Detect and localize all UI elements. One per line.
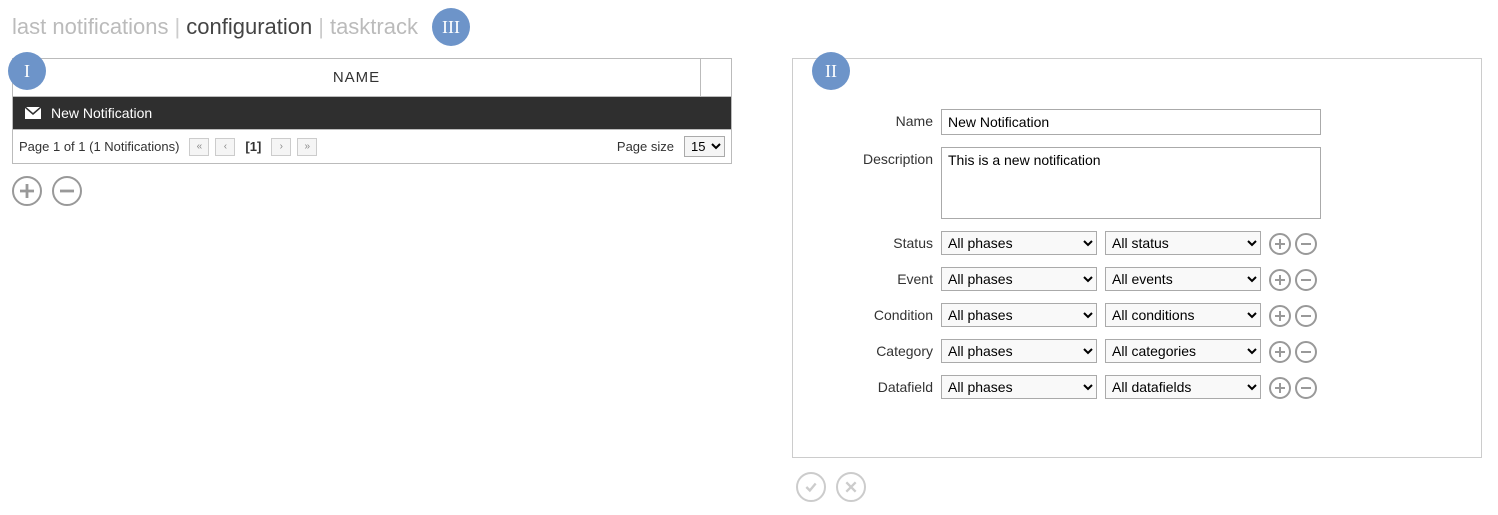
- minus-icon: [1301, 275, 1311, 285]
- pager: Page 1 of 1 (1 Notifications) « ‹ [1] › …: [13, 129, 731, 163]
- marker-two: II: [812, 52, 850, 90]
- close-icon: [844, 480, 858, 494]
- pager-next-button[interactable]: ›: [271, 138, 291, 156]
- table-actions: [12, 176, 732, 206]
- category-remove-button[interactable]: [1295, 341, 1317, 363]
- datafield-remove-button[interactable]: [1295, 377, 1317, 399]
- plus-icon: [1275, 383, 1285, 393]
- datafield-value-select[interactable]: All datafields: [1105, 375, 1261, 399]
- status-phase-select[interactable]: All phases: [941, 231, 1097, 255]
- plus-icon: [20, 184, 34, 198]
- tab-configuration[interactable]: configuration: [186, 14, 312, 40]
- column-header-name[interactable]: NAME: [13, 59, 701, 96]
- event-phase-select[interactable]: All phases: [941, 267, 1097, 291]
- description-label: Description: [823, 147, 933, 167]
- category-add-button[interactable]: [1269, 341, 1291, 363]
- tab-last-notifications[interactable]: last notifications: [12, 14, 169, 40]
- remove-button[interactable]: [52, 176, 82, 206]
- mail-icon: [25, 107, 41, 119]
- category-phase-select[interactable]: All phases: [941, 339, 1097, 363]
- check-icon: [804, 480, 818, 494]
- top-tabs: last notifications | configuration | tas…: [12, 8, 1486, 46]
- pager-prev-button[interactable]: ‹: [215, 138, 235, 156]
- pager-first-button[interactable]: «: [189, 138, 209, 156]
- condition-label: Condition: [823, 303, 933, 323]
- plus-icon: [1275, 311, 1285, 321]
- minus-icon: [60, 184, 74, 198]
- event-label: Event: [823, 267, 933, 287]
- add-button[interactable]: [12, 176, 42, 206]
- minus-icon: [1301, 383, 1311, 393]
- minus-icon: [1301, 347, 1311, 357]
- name-field[interactable]: [941, 109, 1321, 135]
- plus-icon: [1275, 347, 1285, 357]
- condition-remove-button[interactable]: [1295, 305, 1317, 327]
- page-size-select[interactable]: 15: [684, 136, 725, 157]
- tab-tasktrack[interactable]: tasktrack: [330, 14, 418, 40]
- status-value-select[interactable]: All status: [1105, 231, 1261, 255]
- category-label: Category: [823, 339, 933, 359]
- datafield-label: Datafield: [823, 375, 933, 395]
- condition-value-select[interactable]: All conditions: [1105, 303, 1261, 327]
- page-size-label: Page size: [617, 139, 674, 154]
- form-actions: [796, 472, 1482, 502]
- event-remove-button[interactable]: [1295, 269, 1317, 291]
- category-value-select[interactable]: All categories: [1105, 339, 1261, 363]
- pager-info: Page 1 of 1 (1 Notifications): [19, 139, 179, 154]
- event-value-select[interactable]: All events: [1105, 267, 1261, 291]
- event-add-button[interactable]: [1269, 269, 1291, 291]
- table-row[interactable]: New Notification: [13, 97, 731, 129]
- minus-icon: [1301, 311, 1311, 321]
- status-add-button[interactable]: [1269, 233, 1291, 255]
- notifications-table: NAME New Notification Page 1 of 1 (1 Not…: [12, 58, 732, 164]
- name-label: Name: [823, 109, 933, 129]
- marker-one: I: [8, 52, 46, 90]
- plus-icon: [1275, 239, 1285, 249]
- marker-three: III: [432, 8, 470, 46]
- tab-separator: |: [175, 14, 181, 40]
- status-label: Status: [823, 231, 933, 251]
- minus-icon: [1301, 239, 1311, 249]
- confirm-button[interactable]: [796, 472, 826, 502]
- condition-phase-select[interactable]: All phases: [941, 303, 1097, 327]
- description-field[interactable]: This is a new notification: [941, 147, 1321, 219]
- condition-add-button[interactable]: [1269, 305, 1291, 327]
- datafield-phase-select[interactable]: All phases: [941, 375, 1097, 399]
- notification-form: Name Description This is a new notificat…: [792, 58, 1482, 458]
- table-header: NAME: [13, 59, 731, 97]
- plus-icon: [1275, 275, 1285, 285]
- tab-separator: |: [318, 14, 324, 40]
- datafield-add-button[interactable]: [1269, 377, 1291, 399]
- status-remove-button[interactable]: [1295, 233, 1317, 255]
- row-label: New Notification: [51, 105, 152, 121]
- cancel-button[interactable]: [836, 472, 866, 502]
- pager-current-page: [1]: [241, 139, 265, 154]
- pager-last-button[interactable]: »: [297, 138, 317, 156]
